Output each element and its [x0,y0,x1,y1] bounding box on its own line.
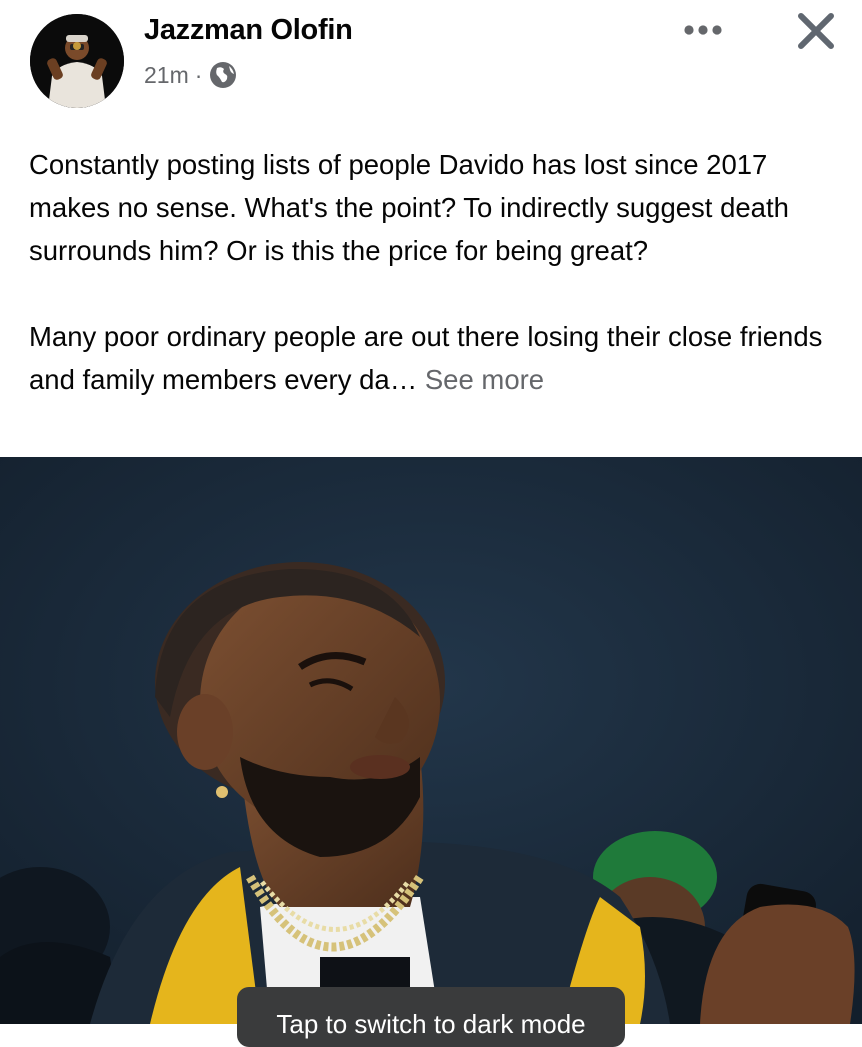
post-time[interactable]: 21m [144,62,189,89]
post-paragraph-text: Constantly posting lists of people David… [29,149,789,266]
post-header: Jazzman Olofin 21m · [0,0,862,130]
more-horizontal-icon [683,23,723,41]
see-more-link[interactable]: See more [425,364,544,395]
author-name[interactable]: Jazzman Olofin [144,14,353,47]
post-paragraph: Constantly posting lists of people David… [29,143,844,272]
post-paragraph: Many poor ordinary people are out there … [29,315,844,401]
close-button[interactable] [790,8,842,58]
post-text: Constantly posting lists of people David… [29,143,844,401]
toast-text: Tap to switch to dark mode [276,1009,586,1039]
post-meta: 21m · [144,59,238,91]
close-icon [796,11,836,56]
toast-notification[interactable]: Tap to switch to dark mode [237,987,625,1047]
meta-separator: · [194,61,203,88]
more-options-button[interactable] [680,16,726,48]
post-photo[interactable] [0,457,862,1024]
globe-icon [208,60,238,90]
avatar[interactable] [30,14,124,108]
